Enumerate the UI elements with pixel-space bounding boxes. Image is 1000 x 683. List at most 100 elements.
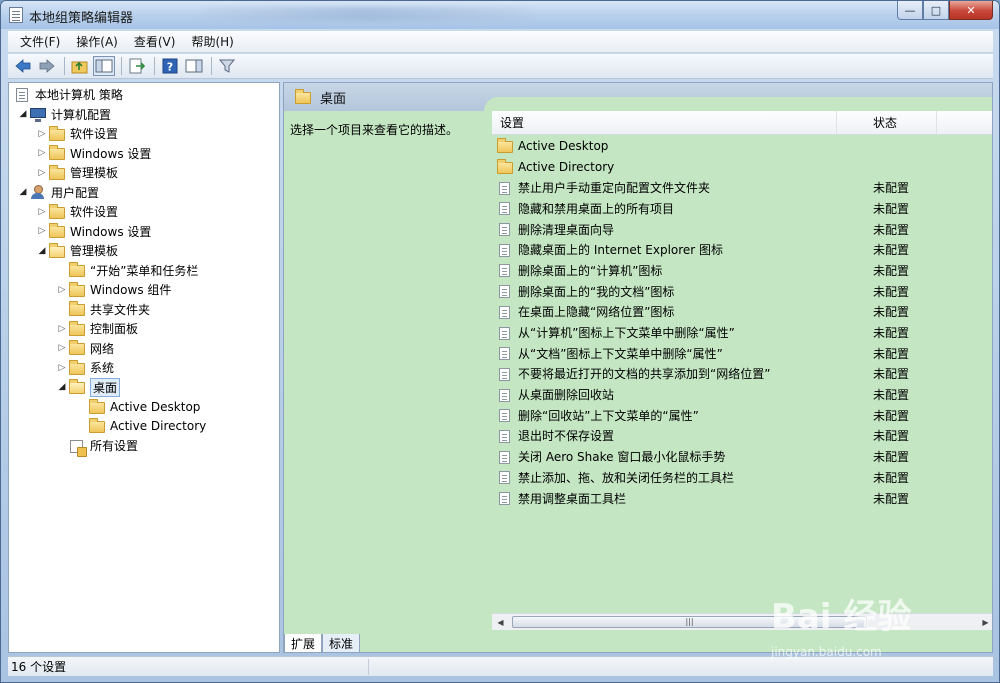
menu-file[interactable]: 文件(F) xyxy=(12,33,68,50)
filter-icon[interactable] xyxy=(216,56,238,76)
folder-icon xyxy=(496,138,514,154)
list-item-setting[interactable]: 在桌面上隐藏“网络位置”图标 未配置 xyxy=(492,302,992,323)
expanded-arrow-icon[interactable]: ◢ xyxy=(56,382,68,392)
list-item-folder[interactable]: Active Directory xyxy=(492,157,992,178)
tree-item-start-menu[interactable]: “开始”菜单和任务栏 xyxy=(56,261,198,280)
window-controls: — □ ✕ xyxy=(897,1,993,21)
maximize-button[interactable]: □ xyxy=(923,1,949,20)
setting-state: 未配置 xyxy=(873,408,910,423)
show-hide-tree-icon[interactable] xyxy=(93,56,115,76)
tree-item-active-desktop[interactable]: Active Desktop xyxy=(76,397,200,416)
column-header-setting[interactable]: 设置 xyxy=(492,111,837,134)
tree-item-cc-software[interactable]: ▷ 软件设置 xyxy=(36,124,118,143)
toolbar-separator xyxy=(211,57,212,75)
collapsed-arrow-icon[interactable]: ▷ xyxy=(36,226,48,236)
scroll-right-icon[interactable]: ▶ xyxy=(977,618,992,627)
tree-label: Windows 设置 xyxy=(70,224,152,239)
horizontal-scrollbar[interactable]: ◀ ||| ▶ xyxy=(492,613,992,630)
toolbar-separator xyxy=(154,57,155,75)
collapsed-arrow-icon[interactable]: ▷ xyxy=(36,148,48,158)
menu-action[interactable]: 操作(A) xyxy=(68,33,126,50)
close-button[interactable]: ✕ xyxy=(949,1,993,20)
tree-item-uc-windows[interactable]: ▷ Windows 设置 xyxy=(36,222,151,241)
blurred-title-overlay xyxy=(201,7,531,21)
tree-item-uc-admin[interactable]: ◢ 管理模板 xyxy=(36,241,118,260)
folder-icon xyxy=(48,145,66,161)
folder-icon xyxy=(68,281,86,298)
list-item-setting[interactable]: 删除清理桌面向导 未配置 xyxy=(492,219,992,240)
tree-item-user-config[interactable]: ◢ 用户配置 xyxy=(17,183,99,202)
list-item-setting[interactable]: 隐藏和禁用桌面上的所有项目 未配置 xyxy=(492,198,992,219)
menu-help[interactable]: 帮助(H) xyxy=(183,33,241,50)
list-item-setting[interactable]: 隐藏桌面上的 Internet Explorer 图标 未配置 xyxy=(492,239,992,260)
tree-item-win-components[interactable]: ▷ Windows 组件 xyxy=(56,280,171,299)
up-folder-icon[interactable] xyxy=(69,56,91,76)
tab-standard[interactable]: 标准 xyxy=(322,634,361,652)
tree-item-cc-windows[interactable]: ▷ Windows 设置 xyxy=(36,144,151,163)
setting-name: 禁止用户手动重定向配置文件文件夹 xyxy=(518,181,711,196)
tree-item-computer-config[interactable]: ◢ 计算机配置 xyxy=(17,105,111,124)
list-item-setting[interactable]: 删除“回收站”上下文菜单的“属性” 未配置 xyxy=(492,405,992,426)
list-item-setting[interactable]: 关闭 Aero Shake 窗口最小化鼠标手势 未配置 xyxy=(492,446,992,467)
list-item-setting[interactable]: 禁止用户手动重定向配置文件文件夹 未配置 xyxy=(492,177,992,198)
tree-item-uc-software[interactable]: ▷ 软件设置 xyxy=(36,202,118,221)
list-item-setting[interactable]: 从桌面删除回收站 未配置 xyxy=(492,384,992,405)
tree-pane[interactable]: 本地计算机 策略 ◢ 计算机配置 ▷ 软件设置 ▷ Windows 设置 ▷ 管… xyxy=(8,82,280,653)
setting-state: 未配置 xyxy=(873,346,910,361)
tree-label: Windows 设置 xyxy=(70,146,152,161)
settings-list[interactable]: 设置 状态 Active Desktop Active Directory 禁止用户… xyxy=(492,111,992,631)
tree-item-shared-folders[interactable]: 共享文件夹 xyxy=(56,300,150,319)
collapsed-arrow-icon[interactable]: ▷ xyxy=(36,129,48,139)
setting-name: Active Desktop xyxy=(518,139,609,154)
collapsed-arrow-icon[interactable]: ▷ xyxy=(56,343,68,353)
scroll-left-icon[interactable]: ◀ xyxy=(492,618,509,627)
scroll-thumb[interactable]: ||| xyxy=(512,616,867,628)
list-item-setting[interactable]: 删除桌面上的“计算机”图标 未配置 xyxy=(492,260,992,281)
list-item-setting[interactable]: 不要将最近打开的文档的共享添加到“网络位置” 未配置 xyxy=(492,364,992,385)
menu-view[interactable]: 查看(V) xyxy=(126,33,184,50)
back-icon[interactable] xyxy=(12,56,34,76)
list-item-setting[interactable]: 从“计算机”图标上下文菜单中删除“属性” 未配置 xyxy=(492,322,992,343)
setting-state: 未配置 xyxy=(873,326,910,341)
tree-item-network[interactable]: ▷ 网络 xyxy=(56,339,114,358)
list-item-setting[interactable]: 从“文档”图标上下文菜单中删除“属性” 未配置 xyxy=(492,343,992,364)
tree-label: Active Desktop xyxy=(110,399,201,414)
collapsed-arrow-icon[interactable]: ▷ xyxy=(36,168,48,178)
tree-item-control-panel[interactable]: ▷ 控制面板 xyxy=(56,319,138,338)
tree-item-root[interactable]: 本地计算机 策略 xyxy=(13,85,123,104)
folder-icon xyxy=(48,125,66,142)
collapsed-arrow-icon[interactable]: ▷ xyxy=(56,324,68,334)
tab-extended[interactable]: 扩展 xyxy=(284,634,323,652)
tree-label: “开始”菜单和任务栏 xyxy=(90,263,199,278)
folder-icon xyxy=(68,262,86,278)
tree-label: 计算机配置 xyxy=(51,107,112,122)
expanded-arrow-icon[interactable]: ◢ xyxy=(17,109,29,119)
tree-item-system[interactable]: ▷ 系统 xyxy=(56,358,114,377)
action-pane-icon[interactable] xyxy=(183,56,205,76)
list-item-setting[interactable]: 禁用调整桌面工具栏 未配置 xyxy=(492,488,992,509)
expanded-arrow-icon[interactable]: ◢ xyxy=(36,246,48,256)
title-bar[interactable]: 本地组策略编辑器 — □ ✕ xyxy=(1,1,999,29)
list-item-folder[interactable]: Active Desktop xyxy=(492,136,992,157)
help-icon[interactable]: ? xyxy=(159,56,181,76)
tree-item-desktop[interactable]: ◢ 桌面 xyxy=(56,377,121,397)
list-item-setting[interactable]: 退出时不保存设置 未配置 xyxy=(492,426,992,447)
tree-item-cc-admin[interactable]: ▷ 管理模板 xyxy=(36,163,118,182)
folder-icon xyxy=(88,398,106,415)
app-window: 本地组策略编辑器 — □ ✕ 文件(F) 操作(A) 查看(V) 帮助(H) ?… xyxy=(0,0,1000,683)
column-header-state[interactable]: 状态 xyxy=(837,111,937,134)
collapsed-arrow-icon[interactable]: ▷ xyxy=(56,285,68,295)
setting-state: 未配置 xyxy=(873,305,910,320)
minimize-button[interactable]: — xyxy=(897,1,923,20)
setting-state: 未配置 xyxy=(873,263,910,278)
forward-icon[interactable] xyxy=(36,56,58,76)
export-list-icon[interactable] xyxy=(126,56,148,76)
tree-item-active-directory[interactable]: Active Directory xyxy=(76,417,206,436)
list-item-setting[interactable]: 禁止添加、拖、放和关闭任务栏的工具栏 未配置 xyxy=(492,467,992,488)
list-item-setting[interactable]: 删除桌面上的“我的文档”图标 未配置 xyxy=(492,281,992,302)
collapsed-arrow-icon[interactable]: ▷ xyxy=(36,207,48,217)
collapsed-arrow-icon[interactable]: ▷ xyxy=(56,363,68,373)
expanded-arrow-icon[interactable]: ◢ xyxy=(17,187,29,197)
tree-item-all-settings[interactable]: 所有设置 xyxy=(56,436,138,457)
tree-label: 桌面 xyxy=(90,377,121,397)
